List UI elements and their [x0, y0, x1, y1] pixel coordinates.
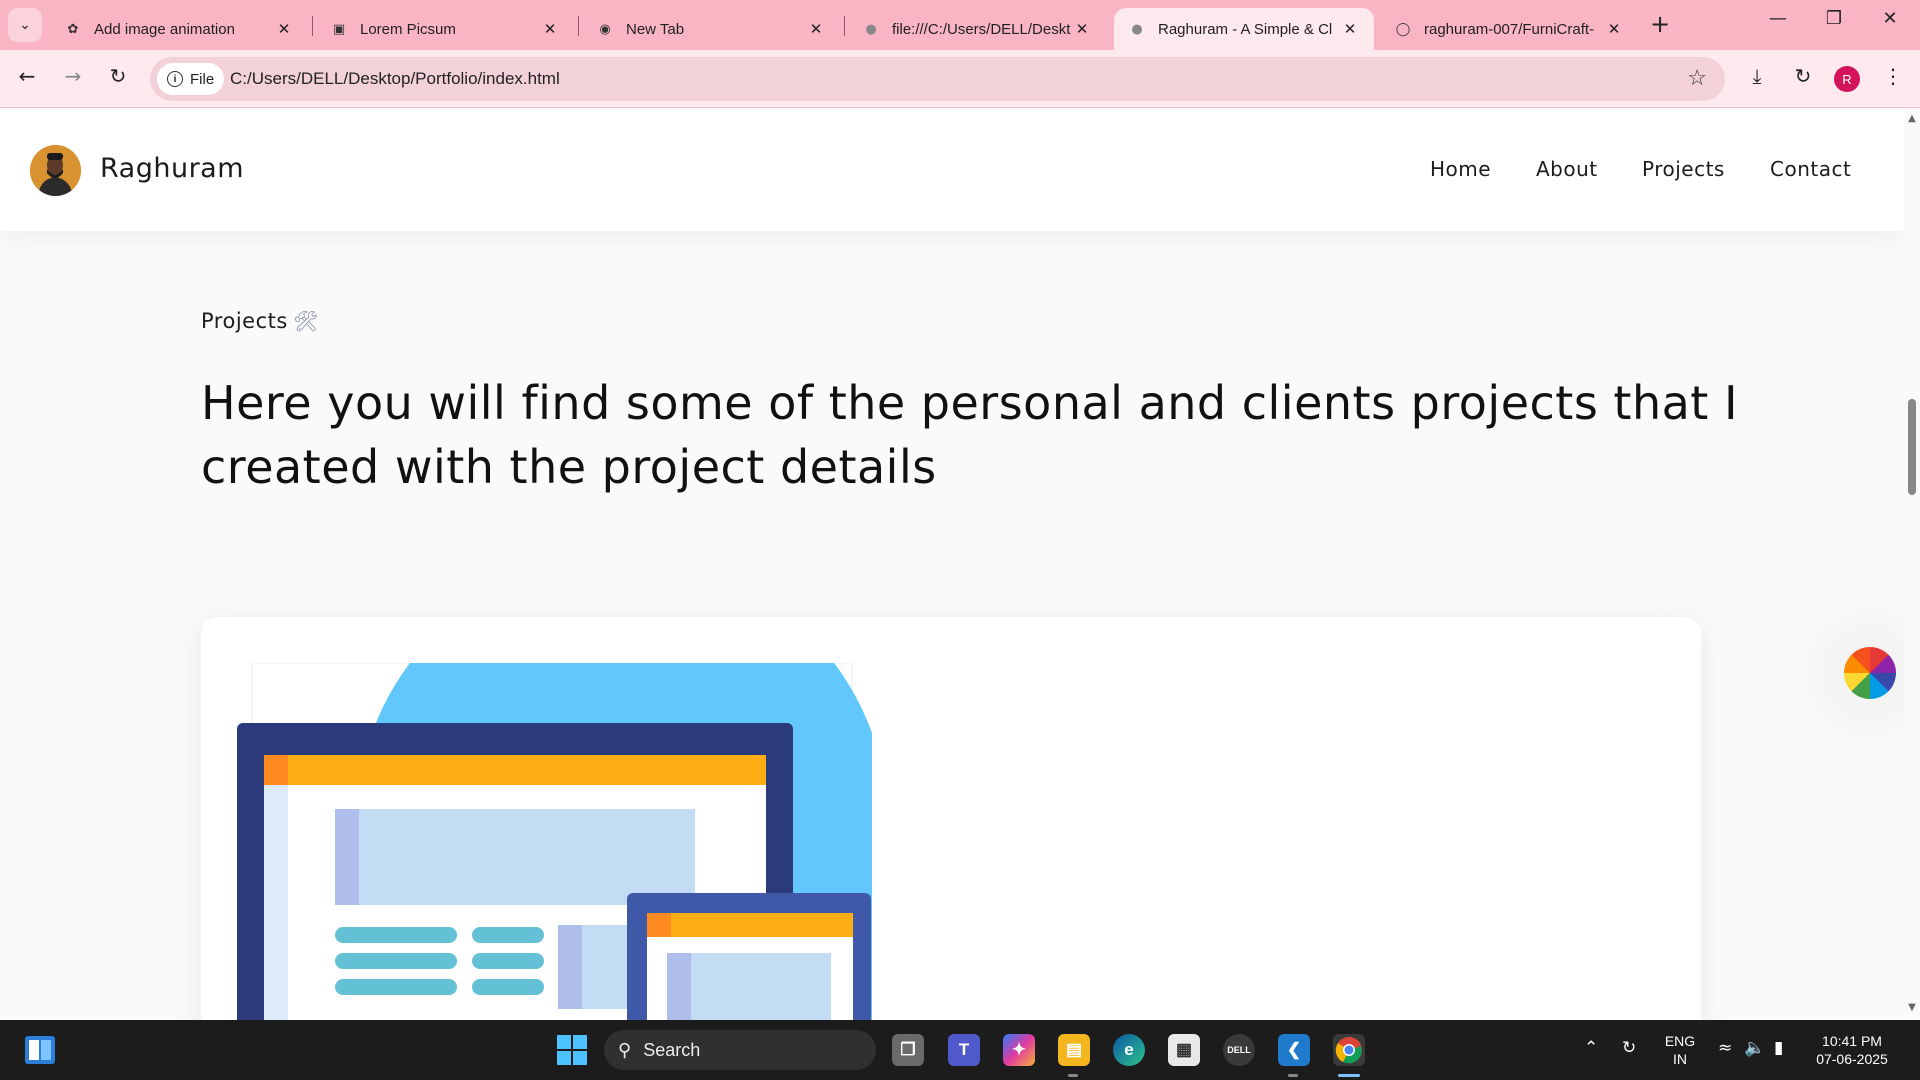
teams-icon[interactable]: T: [948, 1034, 980, 1066]
running-indicator: [1068, 1074, 1078, 1077]
taskbar: ⚲ Search ❐ T ✦ ▤ e ▦ DELL ❮ ⌃ ↻ ENG IN ≈…: [0, 1020, 1920, 1080]
profile-avatar[interactable]: R: [1834, 66, 1860, 92]
performance-icon[interactable]: ↻: [1788, 64, 1818, 88]
tab-separator: [844, 16, 845, 36]
browser-toolbar: ← → ↻ i File C:/Users/DELL/Desktop/Portf…: [0, 50, 1920, 108]
tab-add-image-animation[interactable]: ✿ Add image animation ✕: [50, 8, 308, 50]
show-hidden-icons-chevron-icon[interactable]: ⌃: [1584, 1038, 1598, 1058]
task-view-icon[interactable]: ❐: [892, 1034, 924, 1066]
windows-logo: [557, 1035, 587, 1065]
battery-icon[interactable]: ▮: [1774, 1038, 1783, 1058]
new-tab-button[interactable]: +: [1650, 10, 1670, 38]
copilot-icon[interactable]: ✦: [1003, 1034, 1035, 1066]
scroll-down-icon[interactable]: ▼: [1904, 1002, 1920, 1013]
tab-search-button[interactable]: ⌄: [8, 8, 42, 42]
search-icon: ⚲: [618, 1039, 632, 1060]
file-explorer-icon[interactable]: ▤: [1058, 1034, 1090, 1066]
tab-strip: ⌄ ✿ Add image animation ✕ ▣ Lorem Picsum…: [0, 0, 1920, 50]
forward-arrow-icon[interactable]: →: [58, 64, 88, 88]
theme-color-picker-icon[interactable]: [1844, 647, 1896, 699]
edge-icon[interactable]: e: [1113, 1034, 1145, 1066]
page-scrollbar[interactable]: ▲ ▼: [1904, 109, 1920, 1020]
tab-raghuram-portfolio[interactable]: ● Raghuram - A Simple & Cl ✕: [1114, 8, 1374, 50]
tab-new-tab[interactable]: ◉ New Tab ✕: [582, 8, 840, 50]
tab-title: New Tab: [626, 20, 685, 38]
nav-projects[interactable]: Projects: [1642, 157, 1725, 181]
widgets-icon[interactable]: [24, 1034, 56, 1066]
site-header: Raghuram Home About Projects Contact: [0, 109, 1904, 231]
language-indicator[interactable]: ENG IN: [1660, 1032, 1700, 1068]
avatar: [30, 145, 81, 196]
tab-title: Raghuram - A Simple & Cl: [1158, 20, 1333, 38]
clock-time: 10:41 PM: [1822, 1033, 1882, 1049]
speaker-muted-icon[interactable]: 🔈: [1744, 1038, 1765, 1058]
tools-icon: 🛠: [293, 309, 319, 333]
tab-title: raghuram-007/FurniCraft-: [1424, 20, 1595, 38]
avatar-photo: [30, 145, 81, 196]
url-text[interactable]: C:/Users/DELL/Desktop/Portfolio/index.ht…: [230, 69, 560, 89]
globe-icon: ●: [865, 21, 877, 37]
close-icon[interactable]: ✕: [274, 20, 294, 38]
nav-contact[interactable]: Contact: [1770, 157, 1851, 181]
clock-date: 07-06-2025: [1816, 1051, 1888, 1067]
tab-title: file:///C:/Users/DELL/Deskt: [892, 20, 1071, 38]
section-headline: Here you will find some of the personal …: [201, 376, 1739, 494]
microsoft-store-icon[interactable]: ▦: [1168, 1034, 1200, 1066]
image-icon: ▣: [332, 21, 346, 37]
github-icon: ◯: [1395, 21, 1411, 37]
tab-title: Lorem Picsum: [360, 20, 456, 38]
info-icon: i: [167, 71, 183, 87]
chip-label: File: [190, 70, 215, 88]
close-icon[interactable]: ✕: [806, 20, 826, 38]
tab-lorem-picsum[interactable]: ▣ Lorem Picsum ✕: [316, 8, 574, 50]
running-indicator: [1338, 1074, 1360, 1077]
close-icon[interactable]: ✕: [540, 20, 560, 38]
chrome-taskbar-icon[interactable]: [1333, 1034, 1365, 1066]
close-window-icon[interactable]: ✕: [1870, 8, 1910, 29]
chrome-icon: ◉: [599, 21, 611, 37]
vscode-icon[interactable]: ❮: [1278, 1034, 1310, 1066]
wifi-icon[interactable]: ≈: [1718, 1038, 1732, 1058]
restore-icon[interactable]: ❐: [1814, 8, 1854, 29]
nav-home[interactable]: Home: [1430, 157, 1491, 181]
page-viewport: Raghuram Home About Projects Contact Pro…: [0, 109, 1904, 1020]
tab-title: Add image animation: [94, 20, 235, 38]
windows-start-icon[interactable]: [556, 1034, 588, 1066]
close-icon[interactable]: ✕: [1340, 20, 1360, 38]
menu-dots-icon[interactable]: ⋮: [1878, 64, 1908, 88]
site-info-chip[interactable]: i File: [157, 63, 225, 95]
chrome-logo: [1335, 1037, 1362, 1064]
close-icon[interactable]: ✕: [1604, 20, 1624, 38]
clock[interactable]: 10:41 PM 07-06-2025: [1808, 1032, 1896, 1068]
tab-separator: [312, 16, 313, 36]
project-illustration: [237, 663, 872, 1020]
tab-github-furnicraft[interactable]: ◯ raghuram-007/FurniCraft- ✕: [1380, 8, 1638, 50]
back-arrow-icon[interactable]: ←: [12, 64, 42, 88]
language-code: ENG: [1664, 1033, 1696, 1049]
nav-about[interactable]: About: [1536, 157, 1598, 181]
running-indicator: [1288, 1074, 1298, 1077]
tab-separator: [578, 16, 579, 36]
tab-file-url[interactable]: ● file:///C:/Users/DELL/Deskt ✕: [848, 8, 1106, 50]
address-bar[interactable]: i File C:/Users/DELL/Desktop/Portfolio/i…: [150, 57, 1725, 101]
widgets-glyph: [25, 1036, 55, 1064]
brand-name[interactable]: Raghuram: [100, 153, 244, 184]
bookmark-star-icon[interactable]: ☆: [1687, 66, 1707, 91]
sync-icon[interactable]: ↻: [1622, 1038, 1636, 1058]
globe-icon: ●: [1131, 21, 1143, 37]
search-label: Search: [643, 1039, 701, 1060]
minimize-icon[interactable]: —: [1758, 8, 1798, 29]
language-region: IN: [1673, 1051, 1687, 1067]
chevron-down-icon: ⌄: [19, 17, 31, 33]
scroll-up-icon[interactable]: ▲: [1904, 113, 1920, 124]
close-icon[interactable]: ✕: [1072, 20, 1092, 38]
taskbar-search[interactable]: ⚲ Search: [604, 1030, 876, 1070]
openai-icon: ✿: [67, 21, 79, 37]
scroll-thumb[interactable]: [1908, 399, 1916, 495]
reload-icon[interactable]: ↻: [103, 64, 133, 88]
section-label: Projects: [201, 309, 288, 333]
download-icon[interactable]: ⤓: [1742, 64, 1772, 88]
dell-icon[interactable]: DELL: [1223, 1034, 1255, 1066]
